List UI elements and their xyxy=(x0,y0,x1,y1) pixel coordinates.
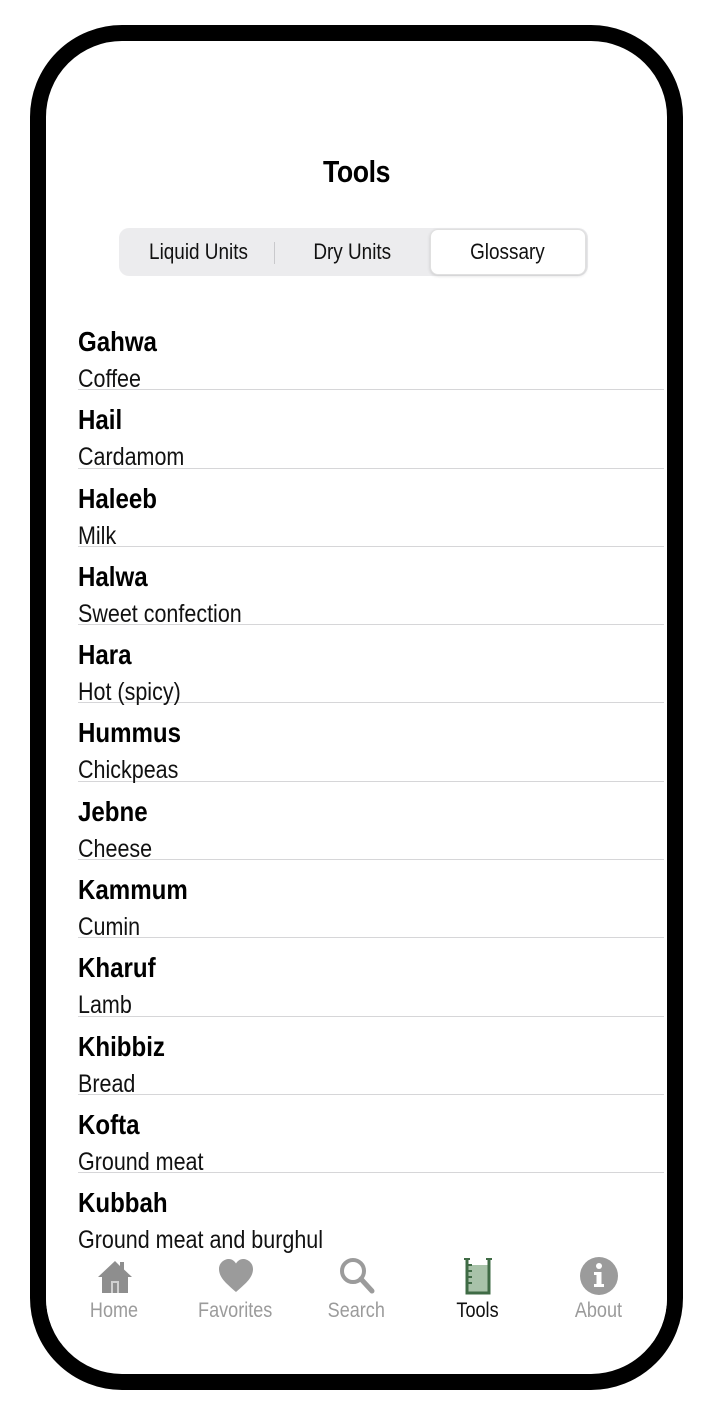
list-item[interactable]: Hara Hot (spicy) xyxy=(78,625,664,706)
page-title: Tools xyxy=(323,154,390,189)
segment-glossary[interactable]: Glossary xyxy=(429,229,586,275)
term: Gahwa xyxy=(78,326,157,357)
list-item[interactable]: Hummus Chickpeas xyxy=(78,703,664,784)
list-item[interactable]: Jebne Cheese xyxy=(78,782,664,863)
list-item[interactable]: Gahwa Coffee xyxy=(78,312,664,393)
list-item[interactable]: Hail Cardamom xyxy=(78,390,664,471)
info-icon xyxy=(579,1257,618,1295)
search-icon xyxy=(339,1258,374,1294)
list-item[interactable]: Haleeb Milk xyxy=(78,469,664,550)
term: Jebne xyxy=(78,795,148,827)
term: Hara xyxy=(78,639,132,671)
tab-label: Search xyxy=(327,1299,386,1322)
term: Hail xyxy=(78,404,123,436)
tab-bar: Home Favorites Search Tools About xyxy=(46,1253,667,1343)
segment-label: Liquid Units xyxy=(148,239,248,264)
tab-about[interactable]: About xyxy=(544,1253,654,1343)
term: Halwa xyxy=(78,560,148,592)
segment-liquid-units[interactable]: Liquid Units xyxy=(121,230,276,274)
tab-label: Tools xyxy=(456,1299,499,1322)
tab-label: Favorites xyxy=(198,1299,273,1322)
segment-dry-units[interactable]: Dry Units xyxy=(275,230,429,274)
list-item[interactable]: Kammum Cumin xyxy=(78,860,664,941)
meaning: Ground meat and burghul xyxy=(78,1226,324,1255)
home-icon xyxy=(97,1261,132,1293)
tab-favorites[interactable]: Favorites xyxy=(181,1253,291,1343)
list-item[interactable]: Halwa Sweet confection xyxy=(78,547,664,628)
list-item[interactable]: Kubbah Ground meat and burghul xyxy=(78,1173,664,1254)
list-item[interactable]: Kharuf Lamb xyxy=(78,938,664,1019)
tab-search[interactable]: Search xyxy=(302,1253,412,1343)
glossary-list: Gahwa Coffee Hail Cardamom Haleeb Milk Halw… xyxy=(78,312,664,1254)
list-item[interactable]: Kofta Ground meat xyxy=(78,1095,664,1176)
heart-icon xyxy=(218,1259,253,1292)
tab-label: Home xyxy=(90,1299,139,1322)
segment-label: Dry Units xyxy=(313,239,392,264)
term: Kofta xyxy=(78,1108,140,1140)
screen: Tools Liquid Units Dry Units Glossary Ga… xyxy=(46,41,667,1374)
term: Khibbiz xyxy=(78,1030,165,1062)
tab-tools[interactable]: Tools xyxy=(423,1253,533,1343)
term: Kharuf xyxy=(78,952,156,984)
list-item[interactable]: Khibbiz Bread xyxy=(78,1017,664,1098)
device-frame: Tools Liquid Units Dry Units Glossary Ga… xyxy=(30,25,683,1390)
beaker-icon xyxy=(463,1258,492,1295)
tab-home[interactable]: Home xyxy=(60,1253,170,1343)
term: Kubbah xyxy=(78,1187,168,1219)
segment-label: Glossary xyxy=(470,239,546,264)
term: Kammum xyxy=(78,874,188,906)
tab-label: About xyxy=(574,1299,623,1322)
term: Haleeb xyxy=(78,482,157,514)
term: Hummus xyxy=(78,717,182,749)
segmented-control: Liquid Units Dry Units Glossary xyxy=(119,228,588,276)
